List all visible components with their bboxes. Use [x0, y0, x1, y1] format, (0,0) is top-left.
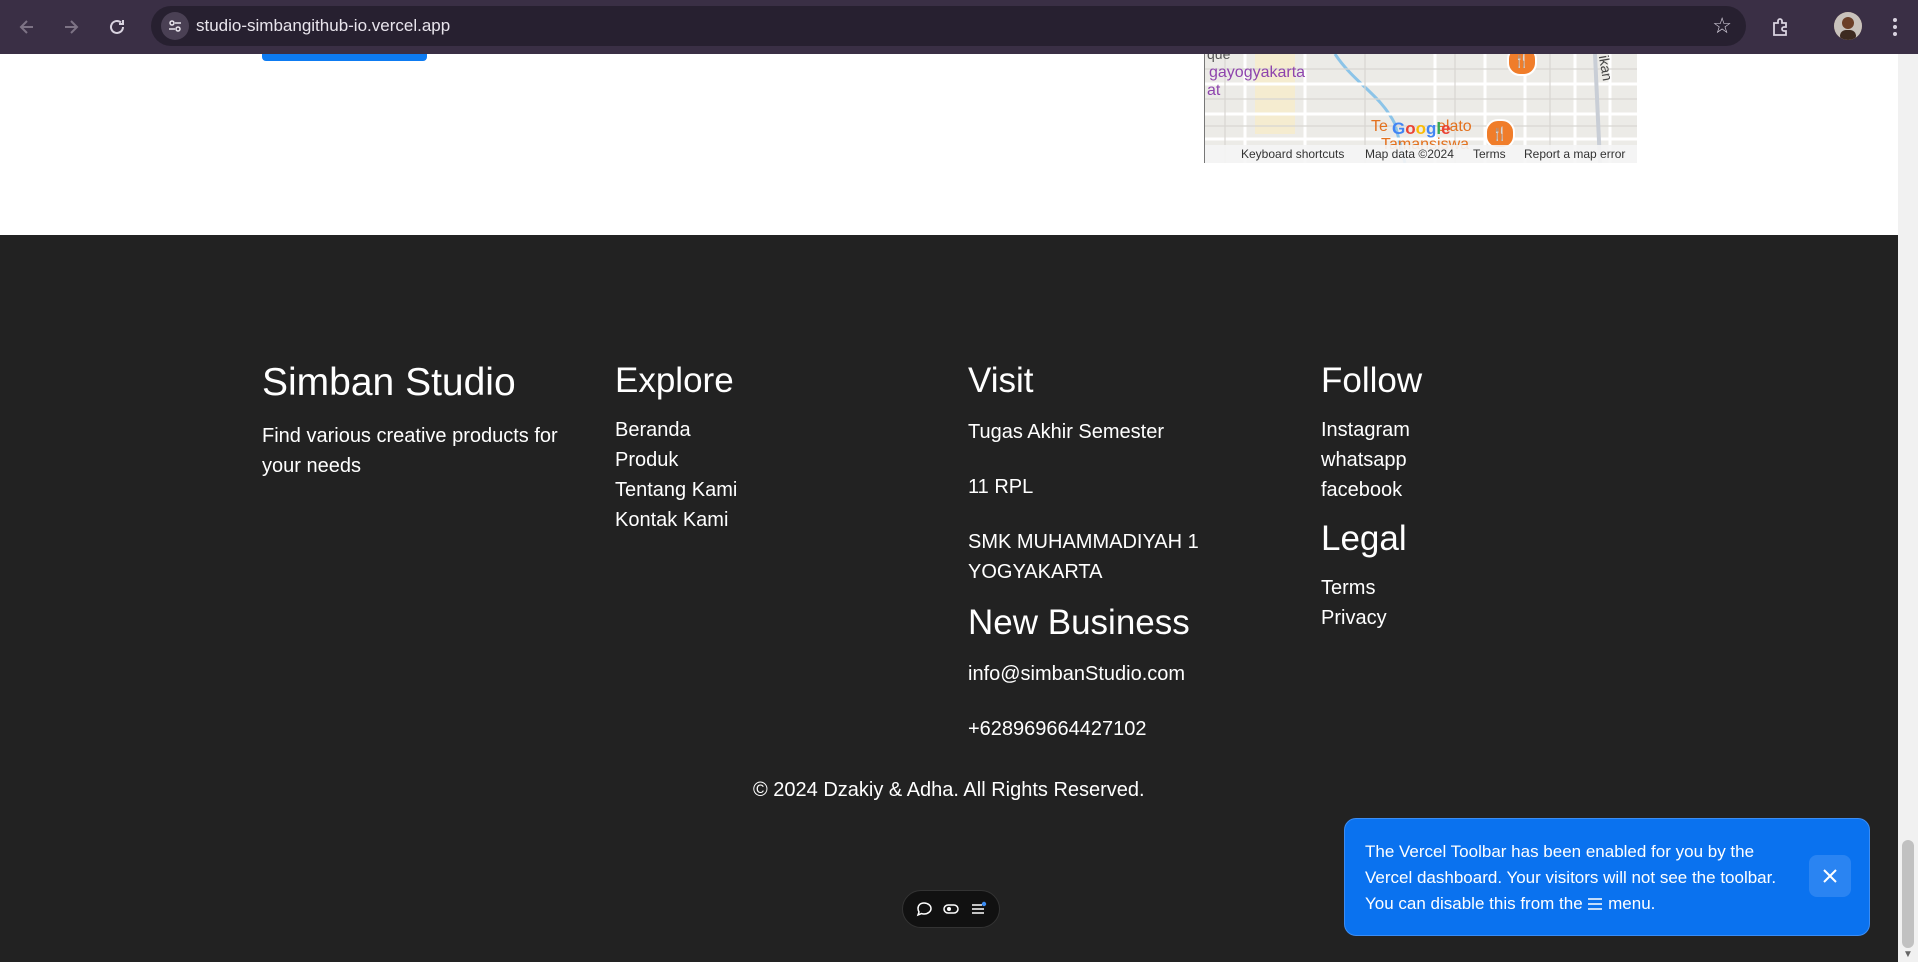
menu-icon[interactable] — [969, 900, 987, 918]
footer-follow-column: Follow Instagram whatsapp facebook Legal… — [1321, 361, 1422, 633]
footer-tagline: Find various creative products for your … — [262, 425, 558, 477]
footer-brand-column: Simban Studio Find various creative prod… — [262, 361, 572, 481]
business-email[interactable]: info@simbanStudio.com — [968, 659, 1228, 689]
legal-links: Terms Privacy — [1321, 573, 1422, 633]
map-label: at — [1207, 82, 1221, 99]
scroll-down-arrow-icon[interactable]: ▼ — [1903, 949, 1913, 960]
tune-icon — [169, 20, 181, 32]
toast-message: The Vercel Toolbar has been enabled for … — [1365, 839, 1805, 917]
forward-button[interactable] — [56, 12, 86, 42]
map-terms-link[interactable]: Terms — [1473, 147, 1506, 161]
explore-heading: Explore — [615, 361, 734, 400]
footer-link-beranda[interactable]: Beranda — [615, 415, 737, 445]
site-info-button[interactable] — [161, 12, 189, 40]
footer-link-tentang-kami[interactable]: Tentang Kami — [615, 475, 737, 505]
explore-links: Beranda Produk Tentang Kami Kontak Kami — [615, 415, 737, 535]
footer-link-whatsapp[interactable]: whatsapp — [1321, 445, 1422, 475]
profile-avatar[interactable] — [1834, 12, 1862, 40]
map-label: que — [1207, 54, 1231, 62]
report-map-error-link[interactable]: Report a map error — [1524, 147, 1625, 161]
arrow-left-icon — [19, 20, 33, 34]
back-button[interactable] — [12, 12, 42, 42]
footer-link-kontak-kami[interactable]: Kontak Kami — [615, 505, 737, 535]
follow-links: Instagram whatsapp facebook — [1321, 415, 1422, 505]
footer-link-terms[interactable]: Terms — [1321, 573, 1422, 603]
footer-link-instagram[interactable]: Instagram — [1321, 415, 1422, 445]
visit-line: 11 RPL — [968, 476, 1034, 498]
map-data-text: Map data ©2024 — [1365, 147, 1454, 161]
toast-text-before: The Vercel Toolbar has been enabled for … — [1365, 842, 1777, 913]
close-icon — [1823, 869, 1837, 883]
google-logo: Google — [1392, 119, 1451, 138]
keyboard-shortcuts-link[interactable]: Keyboard shortcuts — [1241, 147, 1344, 161]
vercel-toolbar — [902, 890, 1000, 928]
business-phone[interactable]: +628969664427102 — [968, 714, 1228, 744]
map-attribution-bar: Keyboard shortcuts Map data ©2024 Terms … — [1205, 145, 1637, 163]
contact-submit-button[interactable] — [262, 54, 427, 61]
legal-heading: Legal — [1321, 519, 1407, 558]
toast-text-after: menu. — [1608, 894, 1656, 913]
map-label: gayogyakarta — [1209, 64, 1306, 81]
browser-toolbar: studio-simbangithub-io.vercel.app ☆ — [0, 0, 1918, 54]
follow-heading: Follow — [1321, 361, 1423, 400]
page-scrollbar[interactable]: ▼ — [1898, 54, 1918, 962]
footer-link-produk[interactable]: Produk — [615, 445, 737, 475]
extensions-button[interactable] — [1766, 12, 1796, 42]
comment-icon[interactable] — [915, 900, 933, 918]
url-text[interactable]: studio-simbangithub-io.vercel.app — [196, 16, 450, 36]
new-business-heading: New Business — [968, 603, 1190, 642]
reload-button[interactable] — [102, 12, 132, 42]
footer-visit-column: Visit Tugas Akhir Semester 11 RPL SMK MU… — [968, 361, 1228, 744]
arrow-right-icon — [65, 20, 79, 34]
bookmark-star-icon[interactable]: ☆ — [1712, 13, 1732, 39]
toast-close-button[interactable] — [1809, 855, 1851, 897]
avatar-icon — [1834, 12, 1862, 40]
footer-explore-column: Explore Beranda Produk Tentang Kami Kont… — [615, 361, 737, 535]
address-bar[interactable]: studio-simbangithub-io.vercel.app ☆ — [151, 6, 1746, 46]
toggle-icon[interactable] — [942, 900, 960, 918]
scrollbar-thumb[interactable] — [1902, 840, 1914, 948]
visit-line: Tugas Akhir Semester — [968, 421, 1165, 443]
browser-menu-button[interactable] — [1880, 12, 1910, 42]
footer-link-privacy[interactable]: Privacy — [1321, 603, 1422, 633]
google-map[interactable]: que gayogyakarta at ikan 🍴 🍴 Te elato Ta… — [1204, 54, 1637, 163]
footer-link-facebook[interactable]: facebook — [1321, 475, 1422, 505]
reload-icon — [110, 19, 124, 34]
visit-heading: Visit — [968, 361, 1034, 400]
vercel-toolbar-toast: The Vercel Toolbar has been enabled for … — [1344, 818, 1870, 936]
puzzle-icon — [1773, 18, 1787, 36]
copyright-text: © 2024 Dzakiy & Adha. All Rights Reserve… — [753, 779, 1145, 801]
map-poi-label: Te — [1371, 118, 1388, 135]
menu-icon — [1588, 898, 1603, 910]
footer-brand: Simban Studio — [262, 361, 516, 404]
restaurant-pin-icon[interactable]: 🍴 — [1507, 54, 1537, 76]
visit-line: SMK MUHAMMADIYAH 1 YOGYAKARTA — [968, 531, 1199, 583]
